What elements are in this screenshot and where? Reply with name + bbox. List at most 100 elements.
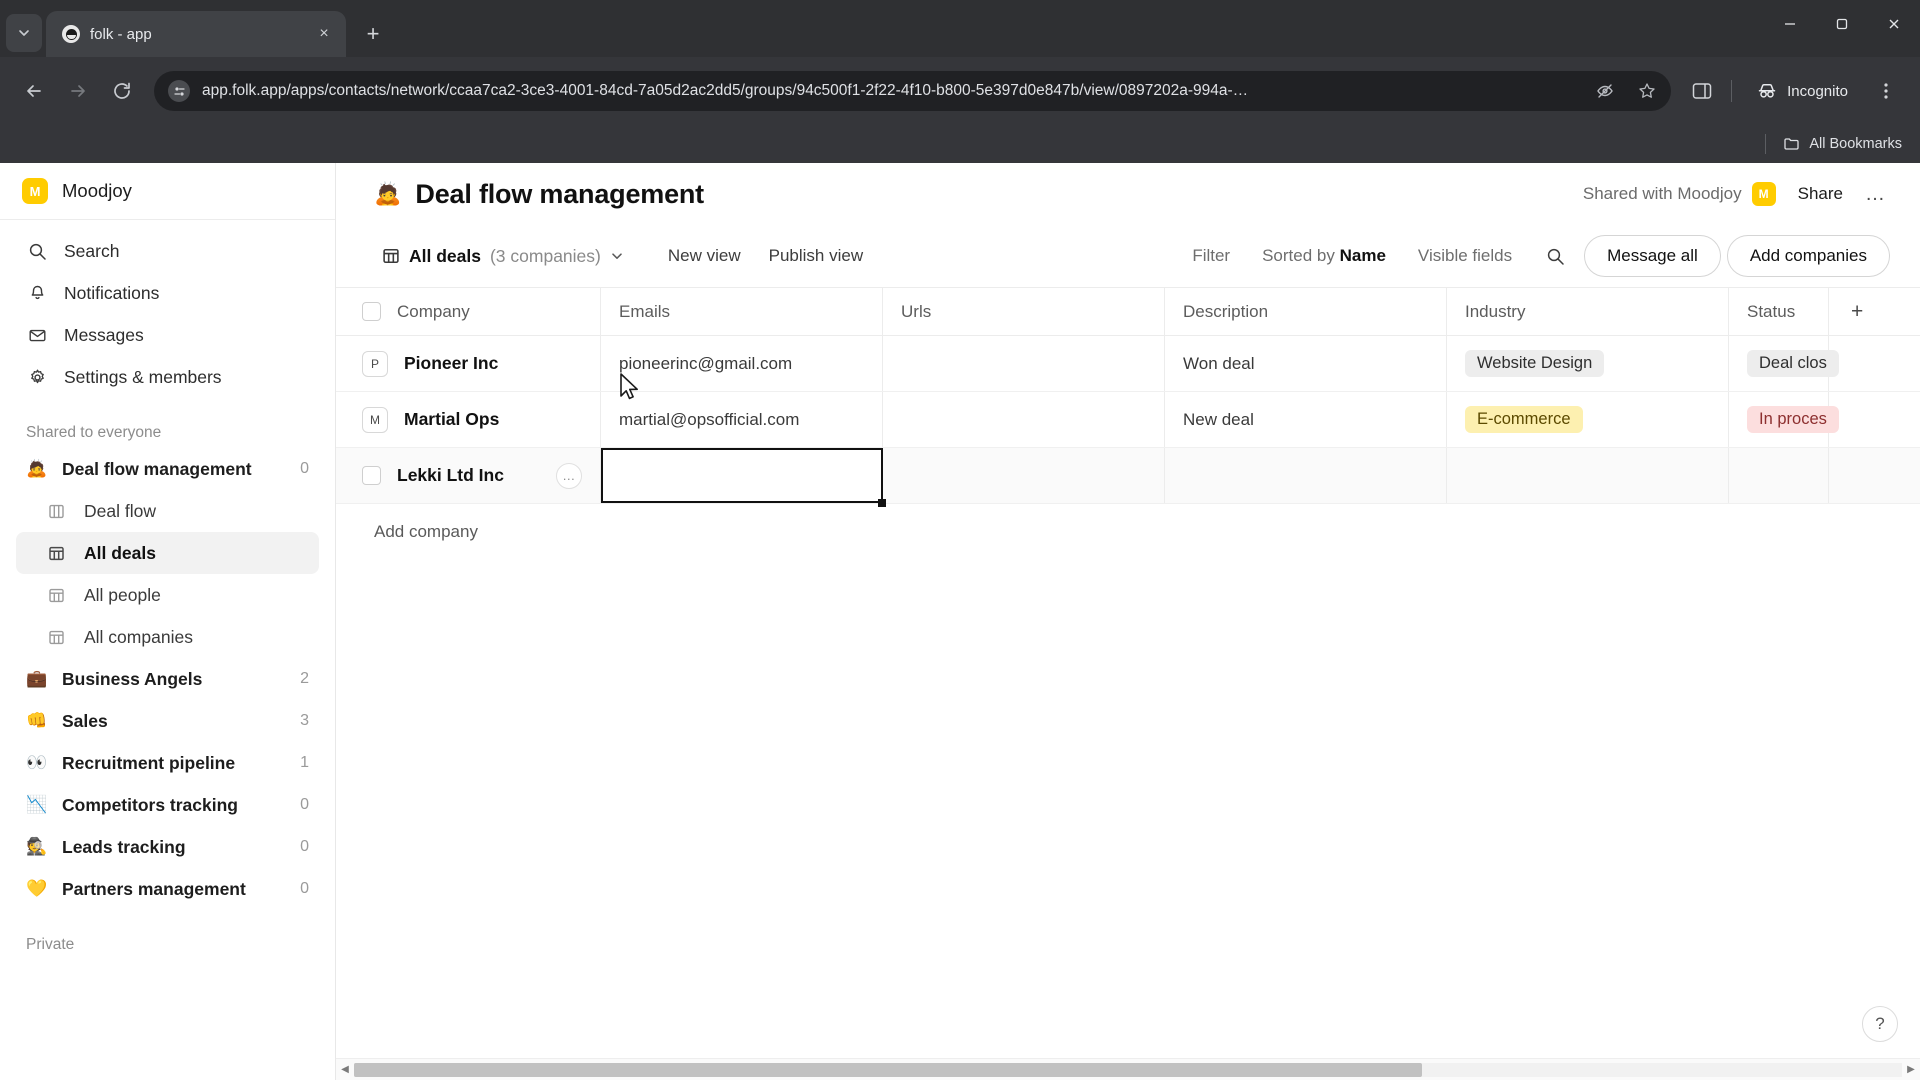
cell-description[interactable]: Won deal: [1165, 336, 1447, 391]
column-header-urls[interactable]: Urls: [883, 288, 1165, 335]
cell-industry[interactable]: E-commerce: [1447, 392, 1729, 447]
help-button[interactable]: ?: [1862, 1006, 1898, 1042]
scrollbar-thumb[interactable]: [354, 1062, 1423, 1077]
table-row[interactable]: M Martial Ops martial@opsofficial.com Ne…: [336, 392, 1920, 448]
publish-view-button[interactable]: Publish view: [755, 239, 878, 273]
sidebar-group-partners-management[interactable]: 💛 Partners management 0: [0, 868, 335, 910]
cell-email[interactable]: [601, 448, 886, 507]
tune-icon[interactable]: [168, 80, 190, 102]
cell-industry[interactable]: Website Design: [1447, 336, 1729, 391]
chart-decreasing-icon: 📉: [26, 795, 48, 814]
sidebar-item-all-people[interactable]: All people: [0, 574, 335, 616]
column-header-status[interactable]: Status: [1729, 288, 1829, 335]
shared-with-indicator[interactable]: Shared with Moodjoy M: [1583, 182, 1776, 206]
add-company-button[interactable]: Add company: [336, 504, 1920, 542]
scroll-right-icon[interactable]: ▶: [1902, 1064, 1920, 1075]
workspace-switcher[interactable]: M Moodjoy: [0, 163, 335, 219]
eye-slash-icon[interactable]: [1595, 81, 1615, 101]
cell-status[interactable]: In proces: [1729, 392, 1839, 447]
horizontal-scrollbar[interactable]: ◀ ▶: [336, 1058, 1920, 1080]
cell-url[interactable]: [883, 392, 1165, 447]
sidebar-item-notifications[interactable]: Notifications: [16, 272, 319, 314]
row-checkbox[interactable]: [362, 466, 381, 485]
star-icon[interactable]: [1637, 81, 1657, 101]
new-view-button[interactable]: New view: [654, 239, 755, 273]
sidebar-item-search[interactable]: Search: [16, 230, 319, 272]
add-companies-button[interactable]: Add companies: [1726, 235, 1890, 277]
bookmark-divider: [1765, 134, 1767, 154]
cell-description[interactable]: New deal: [1165, 392, 1447, 447]
close-window-button[interactable]: [1868, 0, 1920, 48]
sidebar-group-count: 0: [300, 880, 309, 897]
message-all-button[interactable]: Message all: [1584, 235, 1721, 277]
sidebar-item-deal-flow[interactable]: Deal flow: [0, 490, 335, 532]
cell-status[interactable]: [1729, 448, 1829, 503]
sidebar-item-settings-members[interactable]: Settings & members: [16, 356, 319, 398]
select-all-checkbox[interactable]: [362, 302, 381, 321]
cell-company[interactable]: M Martial Ops: [336, 392, 601, 447]
sidebar-item-label: Search: [64, 240, 120, 261]
sidebar-group-competitors-tracking[interactable]: 📉 Competitors tracking 0: [0, 784, 335, 826]
detective-icon: 🕵️: [26, 837, 48, 856]
tab-search-button[interactable]: [6, 14, 42, 52]
close-icon[interactable]: ×: [312, 22, 336, 46]
more-options-icon[interactable]: …: [1865, 183, 1886, 206]
view-selector[interactable]: All deals (3 companies): [374, 240, 632, 273]
visible-fields-button[interactable]: Visible fields: [1404, 239, 1526, 273]
add-column-button[interactable]: +: [1829, 288, 1899, 335]
row-options-icon[interactable]: …: [556, 462, 582, 489]
share-button[interactable]: Share: [1798, 184, 1843, 204]
cell-email[interactable]: pioneerinc@gmail.com: [601, 336, 883, 391]
industry-badge: E-commerce: [1465, 406, 1583, 433]
browser-tab[interactable]: folk - app ×: [46, 11, 346, 57]
sidebar-item-all-companies[interactable]: All companies: [0, 616, 335, 658]
scroll-left-icon[interactable]: ◀: [336, 1064, 354, 1075]
sidebar-group-label: Deal flow management: [62, 458, 252, 479]
cell-description[interactable]: [1165, 448, 1447, 503]
sidebar-group-count: 2: [300, 670, 309, 687]
cell-status[interactable]: Deal clos: [1729, 336, 1839, 391]
back-button[interactable]: [14, 71, 54, 111]
cell-url[interactable]: [883, 336, 1165, 391]
companies-table: Company Emails Urls Description Industry…: [336, 287, 1920, 507]
reload-button[interactable]: [102, 71, 142, 111]
table-row[interactable]: P Pioneer Inc pioneerinc@gmail.com Won d…: [336, 336, 1920, 392]
table-header-row: Company Emails Urls Description Industry…: [336, 288, 1920, 336]
cell-url[interactable]: [883, 448, 1165, 503]
cell-industry[interactable]: [1447, 448, 1729, 503]
sort-button[interactable]: Sorted by Name: [1250, 239, 1398, 273]
filter-button[interactable]: Filter: [1178, 239, 1244, 273]
cell-email[interactable]: martial@opsofficial.com: [601, 392, 883, 447]
fill-handle[interactable]: [878, 499, 886, 507]
sidebar-group-recruitment-pipeline[interactable]: 👀 Recruitment pipeline 1: [0, 742, 335, 784]
browser-window: folk - app × + app.folk.app/apps/contact…: [0, 0, 1920, 1080]
sidebar-item-label: All people: [84, 584, 161, 605]
scrollbar-track[interactable]: [354, 1062, 1902, 1077]
sidebar-item-all-deals[interactable]: All deals: [16, 532, 319, 574]
column-header-emails[interactable]: Emails: [601, 288, 883, 335]
navigation-bar: app.folk.app/apps/contacts/network/ccaa7…: [0, 57, 1920, 125]
column-header-description[interactable]: Description: [1165, 288, 1447, 335]
table-row[interactable]: Lekki Ltd Inc …: [336, 448, 1920, 507]
sidebar-item-messages[interactable]: Messages: [16, 314, 319, 356]
all-bookmarks-button[interactable]: All Bookmarks: [1783, 135, 1902, 153]
search-icon[interactable]: [1538, 239, 1572, 273]
maximize-button[interactable]: [1816, 0, 1868, 48]
column-header-industry[interactable]: Industry: [1447, 288, 1729, 335]
sidebar-item-label: All deals: [84, 542, 156, 563]
minimize-button[interactable]: [1764, 0, 1816, 48]
cell-company[interactable]: Lekki Ltd Inc …: [336, 448, 601, 503]
sidebar-group-sales[interactable]: 👊 Sales 3: [0, 700, 335, 742]
side-panel-icon[interactable]: [1683, 72, 1721, 110]
sidebar-group-business-angels[interactable]: 💼 Business Angels 2: [0, 658, 335, 700]
sidebar-group-leads-tracking[interactable]: 🕵️ Leads tracking 0: [0, 826, 335, 868]
cell-company[interactable]: P Pioneer Inc: [336, 336, 601, 391]
column-header-company[interactable]: Company: [336, 288, 601, 335]
chrome-menu-button[interactable]: [1866, 71, 1906, 111]
new-tab-button[interactable]: +: [356, 17, 390, 51]
address-bar[interactable]: app.folk.app/apps/contacts/network/ccaa7…: [154, 71, 1672, 111]
incognito-indicator[interactable]: Incognito: [1742, 72, 1862, 110]
sidebar-group-deal-flow-management[interactable]: 🙇 Deal flow management 0: [0, 448, 335, 490]
yellow-heart-icon: 💛: [26, 879, 48, 898]
forward-button[interactable]: [58, 71, 98, 111]
